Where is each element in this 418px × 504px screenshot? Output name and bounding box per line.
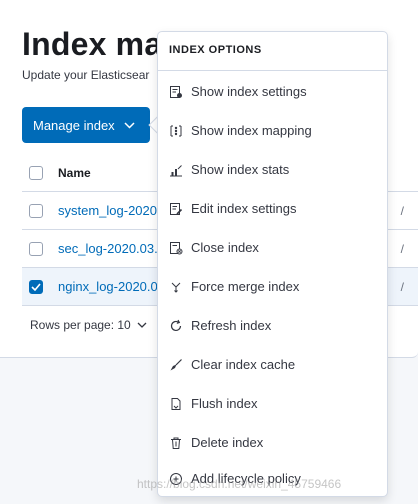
select-all-checkbox[interactable] <box>29 166 43 180</box>
checkmark-icon <box>31 282 41 291</box>
refresh-icon <box>169 319 183 333</box>
column-header-name[interactable]: Name <box>58 166 91 180</box>
menu-item-label: Delete index <box>191 435 264 450</box>
edit-icon <box>169 202 183 216</box>
index-name-link[interactable]: system_log-2020. <box>58 203 161 218</box>
index-mapping-icon <box>169 124 183 138</box>
row-trailing-text: / <box>400 203 404 218</box>
stats-icon <box>169 163 183 177</box>
menu-item-refresh-index[interactable]: Refresh index <box>158 306 387 345</box>
rows-per-page-selector[interactable]: Rows per page: 10 <box>30 318 147 332</box>
menu-item-clear-index-cache[interactable]: Clear index cache <box>158 345 387 384</box>
close-index-icon <box>169 241 183 255</box>
watermark-text: https://blog.csdn.net/weixin_45759466 <box>137 477 342 491</box>
row-trailing-text: / <box>400 241 404 256</box>
menu-item-delete-index[interactable]: Delete index <box>158 423 387 462</box>
menu-item-flush-index[interactable]: Flush index <box>158 384 387 423</box>
rows-per-page-label: Rows per page: 10 <box>30 318 131 332</box>
row-checkbox[interactable] <box>29 241 43 256</box>
menu-item-label: Edit index settings <box>191 201 297 216</box>
menu-item-label: Show index settings <box>191 84 307 99</box>
manage-index-button[interactable]: Manage index <box>22 107 150 143</box>
manage-index-label: Manage index <box>33 117 115 133</box>
menu-item-label: Refresh index <box>191 318 272 333</box>
menu-item-label: Flush index <box>191 396 258 411</box>
broom-icon <box>169 358 183 372</box>
menu-item-close-index[interactable]: Close index <box>158 228 387 267</box>
menu-item-label: Show index stats <box>191 162 290 177</box>
index-options-popover: INDEX OPTIONS Show index settings Show i… <box>157 31 388 497</box>
menu-item-label: Close index <box>191 240 259 255</box>
menu-item-edit-index-settings[interactable]: Edit index settings <box>158 189 387 228</box>
row-trailing-text: / <box>400 279 404 294</box>
menu-item-label: Clear index cache <box>191 357 296 372</box>
index-name-link[interactable]: nginx_log-2020.0 <box>58 279 158 294</box>
trash-icon <box>169 436 183 450</box>
row-checkbox-checked[interactable] <box>29 279 43 294</box>
chevron-down-icon <box>137 322 147 328</box>
chevron-down-icon <box>124 121 135 129</box>
menu-item-show-index-stats[interactable]: Show index stats <box>158 150 387 189</box>
menu-item-show-index-mapping[interactable]: Show index mapping <box>158 111 387 150</box>
menu-item-label: Show index mapping <box>191 123 312 138</box>
page-subtitle: Update your Elasticsear <box>22 68 150 82</box>
index-settings-icon <box>169 85 183 99</box>
row-checkbox[interactable] <box>29 203 43 218</box>
menu-item-force-merge-index[interactable]: Force merge index <box>158 267 387 306</box>
menu-item-label: Force merge index <box>191 279 300 294</box>
flush-icon <box>169 397 183 411</box>
menu-item-show-index-settings[interactable]: Show index settings <box>158 72 387 111</box>
popover-title: INDEX OPTIONS <box>158 32 387 71</box>
index-name-link[interactable]: sec_log-2020.03.3 <box>58 241 165 256</box>
merge-icon <box>169 280 183 294</box>
